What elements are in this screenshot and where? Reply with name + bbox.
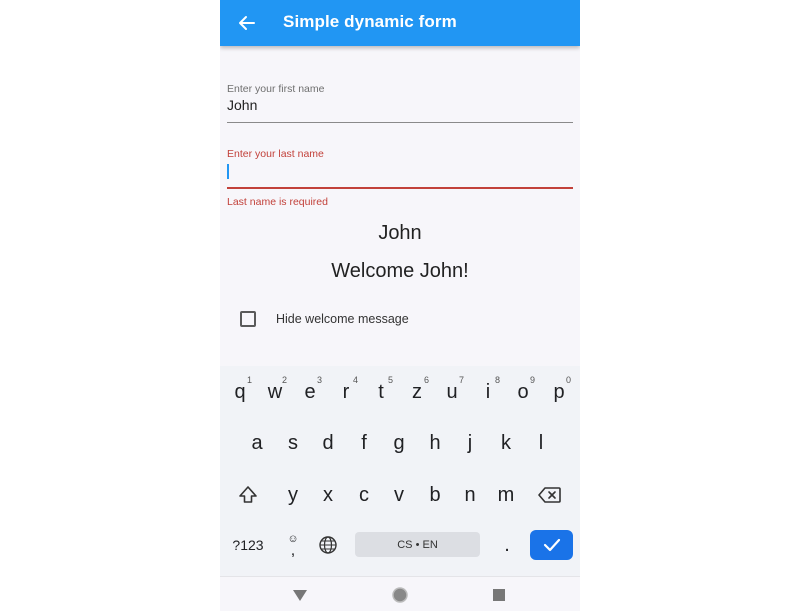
key-hint: 9 [529, 375, 535, 385]
app-bar: Simple dynamic form [220, 0, 580, 46]
key-label: t [378, 380, 384, 403]
hide-welcome-checkbox[interactable] [240, 311, 256, 327]
phone-screen: Simple dynamic form Enter your first nam… [220, 0, 580, 611]
enter-key[interactable] [530, 530, 573, 560]
key-label: i [485, 380, 491, 403]
key-a[interactable]: a [239, 423, 275, 463]
key-hint: 4 [352, 375, 358, 385]
check-icon [543, 538, 560, 552]
symbols-key[interactable]: ?123 [228, 525, 268, 565]
key-hint: 3 [316, 375, 322, 385]
key-k[interactable]: k [488, 423, 524, 463]
key-t[interactable]: t5 [363, 372, 399, 412]
key-w[interactable]: w2 [257, 372, 293, 412]
text-cursor [227, 163, 229, 179]
key-hint: 6 [423, 375, 429, 385]
key-j[interactable]: j [452, 423, 488, 463]
key-f[interactable]: f [346, 423, 382, 463]
key-q[interactable]: q1 [222, 372, 258, 412]
key-s[interactable]: s [275, 423, 311, 463]
first-name-label: Enter your first name [227, 83, 325, 95]
key-y[interactable]: y [275, 475, 311, 515]
key-x[interactable]: x [310, 475, 346, 515]
key-label: p [553, 380, 565, 403]
comma-label: , [290, 541, 296, 559]
hide-welcome-row[interactable]: Hide welcome message [240, 311, 409, 327]
key-g[interactable]: g [381, 423, 417, 463]
key-r[interactable]: r4 [328, 372, 364, 412]
key-label: q [234, 380, 246, 403]
key-hint: 5 [387, 375, 393, 385]
system-nav-bar [220, 576, 580, 611]
key-h[interactable]: h [417, 423, 453, 463]
backspace-key[interactable] [532, 475, 568, 515]
key-z[interactable]: z6 [399, 372, 435, 412]
language-key[interactable] [310, 525, 346, 565]
nav-back-button[interactable] [291, 586, 309, 604]
key-label: z [412, 380, 422, 403]
key-o[interactable]: o9 [505, 372, 541, 412]
space-key[interactable]: CS • EN [355, 532, 480, 557]
backspace-icon [538, 487, 561, 503]
comma-key[interactable]: ☺ , [275, 525, 311, 565]
key-u[interactable]: u7 [434, 372, 470, 412]
key-hint: 8 [494, 375, 500, 385]
shift-key[interactable] [230, 475, 266, 515]
welcome-message: Welcome John! [331, 260, 469, 282]
key-hint: 7 [458, 375, 464, 385]
nav-recents-button[interactable] [490, 586, 508, 604]
key-hint: 1 [246, 375, 252, 385]
key-label: u [446, 380, 458, 403]
first-name-input[interactable]: John [227, 97, 573, 115]
key-label: r [342, 380, 350, 403]
soft-keyboard: q1 w2 e3 r4 t5 z6 u7 i8 o9 p0 a s d f g … [220, 366, 580, 576]
last-name-label: Enter your last name [227, 148, 324, 160]
key-l[interactable]: l [523, 423, 559, 463]
key-hint: 2 [281, 375, 287, 385]
back-button[interactable] [232, 8, 262, 38]
arrow-left-icon [239, 16, 255, 30]
key-p[interactable]: p0 [541, 372, 577, 412]
circle-home-icon [392, 587, 408, 603]
globe-icon [319, 536, 337, 554]
hide-welcome-label: Hide welcome message [276, 312, 409, 326]
last-name-field[interactable]: Enter your last name [227, 148, 573, 189]
triangle-back-icon [293, 590, 307, 601]
key-b[interactable]: b [417, 475, 453, 515]
square-recents-icon [493, 589, 505, 601]
nav-home-button[interactable] [391, 586, 409, 604]
first-name-underline [227, 122, 573, 123]
key-label: o [517, 380, 529, 403]
key-label: w [267, 380, 283, 403]
key-m[interactable]: m [488, 475, 524, 515]
last-name-underline [227, 187, 573, 189]
key-label: e [304, 380, 316, 403]
key-c[interactable]: c [346, 475, 382, 515]
last-name-input[interactable] [227, 162, 573, 180]
key-n[interactable]: n [452, 475, 488, 515]
key-i[interactable]: i8 [470, 372, 506, 412]
key-v[interactable]: v [381, 475, 417, 515]
key-d[interactable]: d [310, 423, 346, 463]
page-title: Simple dynamic form [283, 12, 457, 31]
shift-icon [239, 486, 257, 503]
first-name-field[interactable]: Enter your first name John [227, 83, 573, 123]
key-hint: 0 [565, 375, 571, 385]
key-e[interactable]: e3 [292, 372, 328, 412]
name-display: John [378, 222, 422, 244]
last-name-error: Last name is required [227, 196, 328, 208]
period-key[interactable]: . [489, 525, 525, 565]
